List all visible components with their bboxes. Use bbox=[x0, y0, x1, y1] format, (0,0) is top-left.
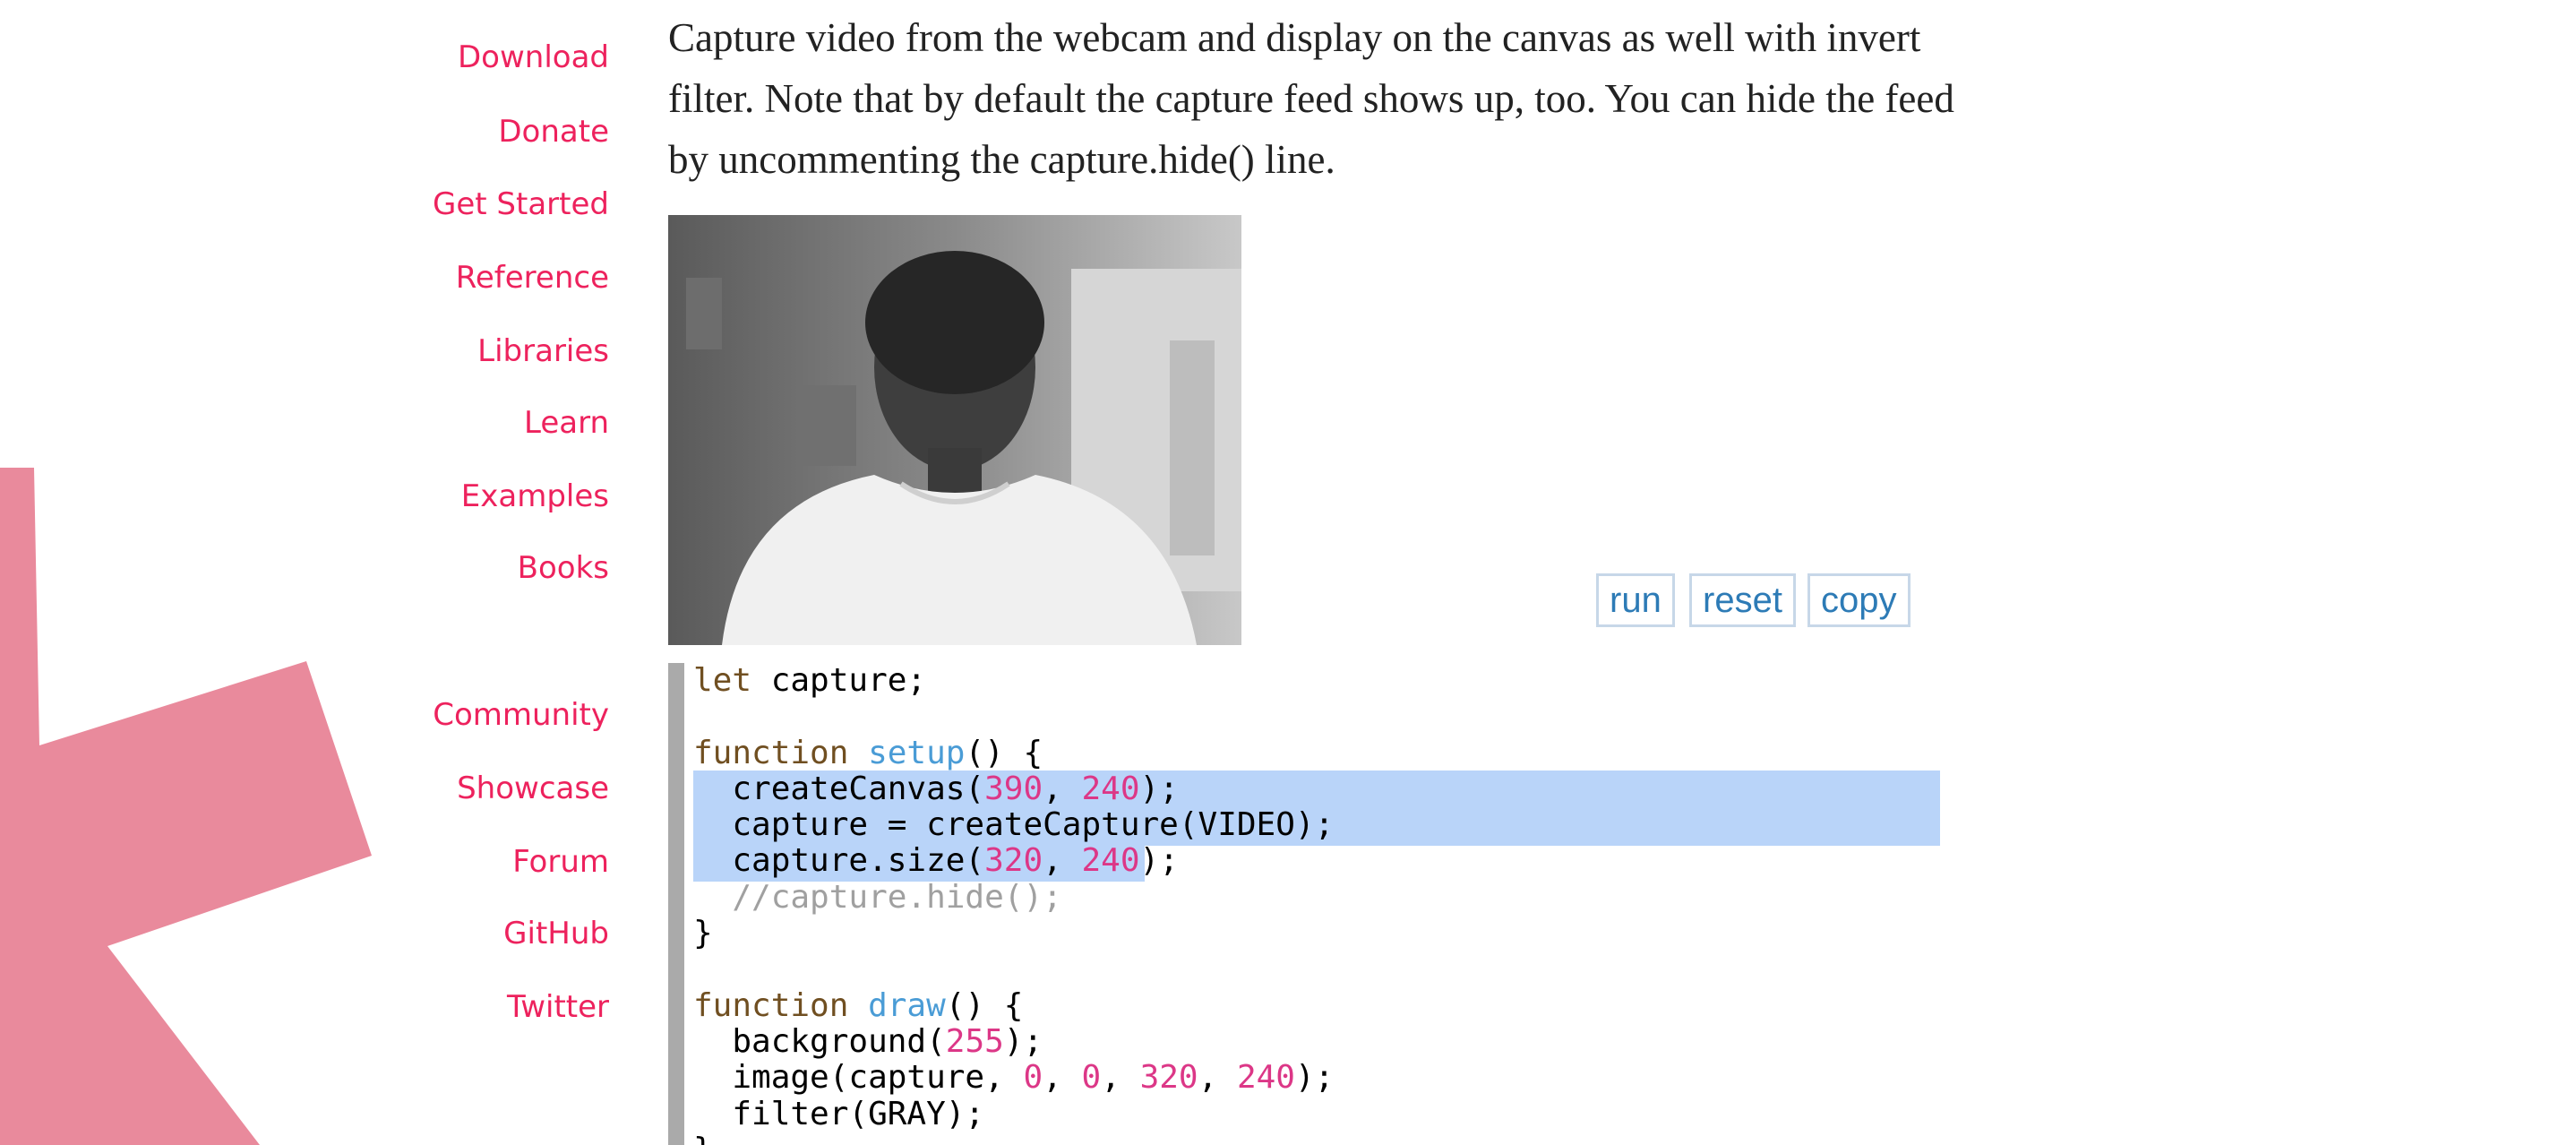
code-token: , bbox=[1101, 1059, 1140, 1097]
background-asterisk-shape bbox=[0, 468, 372, 1145]
reset-button[interactable]: reset bbox=[1689, 573, 1796, 627]
nav-twitter[interactable]: Twitter bbox=[507, 989, 609, 1025]
code-token: ); bbox=[1294, 1059, 1335, 1097]
code-line: image(capture, 0, 0, 320, 240); bbox=[693, 1059, 1334, 1096]
code-line: } bbox=[693, 1132, 713, 1145]
nav-reference[interactable]: Reference bbox=[456, 260, 609, 296]
example-description: Capture video from the webcam and displa… bbox=[668, 15, 1954, 182]
code-token: ); bbox=[1139, 842, 1179, 880]
nav-forum[interactable]: Forum bbox=[512, 844, 609, 880]
nav-libraries[interactable]: Libraries bbox=[477, 333, 609, 369]
number-literal: 0 bbox=[1023, 1059, 1043, 1097]
nav-showcase[interactable]: Showcase bbox=[457, 771, 609, 806]
nav-books[interactable]: Books bbox=[518, 550, 609, 586]
nav-get-started[interactable]: Get Started bbox=[433, 186, 609, 222]
code-token: , bbox=[1198, 1059, 1237, 1097]
nav-examples[interactable]: Examples bbox=[461, 478, 609, 514]
function-name: draw bbox=[868, 986, 946, 1024]
code-line: } bbox=[693, 915, 713, 952]
webcam-capture-image bbox=[668, 215, 1241, 645]
nav-download[interactable]: Download bbox=[458, 39, 609, 75]
code-line: background(255); bbox=[693, 1023, 1043, 1060]
code-token: capture; bbox=[751, 663, 927, 699]
code-line: function setup() { bbox=[693, 735, 1043, 771]
number-literal: 320 bbox=[984, 842, 1043, 880]
code-editor[interactable]: let capture; function setup() { createCa… bbox=[668, 663, 1940, 1145]
number-literal: 240 bbox=[1236, 1059, 1295, 1097]
number-literal: 240 bbox=[1081, 842, 1140, 880]
code-token: background( bbox=[693, 1022, 946, 1060]
nav-community[interactable]: Community bbox=[433, 697, 609, 733]
code-token: () { bbox=[965, 734, 1043, 771]
code-token: , bbox=[1043, 770, 1082, 807]
code-text: let capture; function setup() { createCa… bbox=[693, 663, 1334, 1145]
code-token: () { bbox=[945, 986, 1024, 1024]
nav-donate[interactable]: Donate bbox=[498, 114, 609, 150]
code-comment: //capture.hide(); bbox=[693, 878, 1062, 916]
code-line: capture.size(320, 240); bbox=[693, 842, 1179, 879]
number-literal: 390 bbox=[984, 770, 1043, 807]
number-literal: 255 bbox=[945, 1022, 1004, 1060]
code-token: image(capture, bbox=[693, 1059, 1024, 1097]
number-literal: 240 bbox=[1081, 770, 1140, 807]
keyword: function bbox=[693, 986, 849, 1024]
code-token: , bbox=[1043, 842, 1082, 880]
code-token: createCanvas( bbox=[693, 770, 985, 807]
code-token: ); bbox=[1003, 1022, 1043, 1060]
code-line: createCanvas(390, 240); bbox=[693, 771, 1179, 807]
code-line: function draw() { bbox=[693, 987, 1023, 1024]
code-token: , bbox=[1043, 1059, 1082, 1097]
run-button[interactable]: run bbox=[1596, 573, 1675, 627]
nav-github[interactable]: GitHub bbox=[503, 916, 609, 951]
nav-learn[interactable]: Learn bbox=[524, 405, 609, 441]
keyword: let bbox=[693, 663, 752, 699]
code-line: let capture; bbox=[693, 663, 926, 699]
code-line: filter(GRAY); bbox=[693, 1095, 985, 1132]
sketch-canvas bbox=[668, 215, 1241, 645]
code-token: capture.size( bbox=[693, 842, 985, 880]
number-literal: 320 bbox=[1139, 1059, 1198, 1097]
code-token: ); bbox=[1139, 770, 1179, 807]
number-literal: 0 bbox=[1081, 1059, 1102, 1097]
copy-button[interactable]: copy bbox=[1807, 573, 1911, 627]
function-name: setup bbox=[868, 734, 966, 771]
keyword: function bbox=[693, 734, 849, 771]
code-line: capture = createCapture(VIDEO); bbox=[693, 806, 1335, 844]
code-editor-gutter bbox=[668, 663, 684, 1145]
